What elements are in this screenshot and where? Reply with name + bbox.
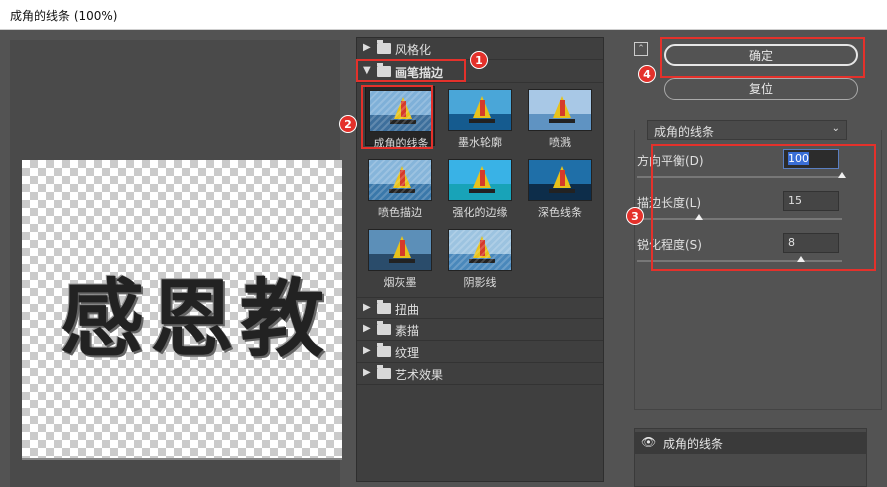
- filter-preview-image: [528, 159, 592, 201]
- filter-preview-image: [448, 89, 512, 131]
- category-label: 纹理: [395, 346, 420, 360]
- category-label: 风格化: [395, 43, 432, 57]
- annotation-box-2: [361, 85, 433, 149]
- eye-icon[interactable]: 👁: [641, 435, 656, 449]
- category-label: 素描: [395, 324, 420, 338]
- filter-thumb-dark-strokes[interactable]: 深色线条: [525, 156, 595, 219]
- annotation-badge-2: 2: [339, 115, 357, 133]
- filter-preview-image: [528, 89, 592, 131]
- filter-thumb-sprayed-strokes[interactable]: 喷色描边: [365, 156, 435, 219]
- filter-gallery-dialog: 成角的线条 (100%) 感恩教 ▶ 风格化 ▼ 画笔描边 成角的线条 墨水轮廓…: [0, 0, 887, 487]
- effect-layer-name: 成角的线条: [663, 437, 724, 451]
- annotation-box-1: [356, 59, 466, 82]
- annotation-box-4: [660, 37, 865, 78]
- annotation-box-3: [651, 144, 876, 271]
- preview-canvas[interactable]: 感恩教: [22, 160, 342, 460]
- annotation-badge-1: 1: [470, 51, 488, 69]
- filter-thumb-spatter[interactable]: 喷溅: [525, 86, 595, 149]
- filter-label: 深色线条: [538, 206, 582, 219]
- filter-label: 喷溅: [549, 136, 571, 149]
- category-label: 扭曲: [395, 303, 420, 317]
- filter-label: 喷色描边: [378, 206, 422, 219]
- folder-icon: [377, 343, 391, 357]
- category-sketch[interactable]: ▶ 素描: [357, 319, 603, 341]
- expand-arrow-icon: ▶: [363, 302, 371, 313]
- canvas-edge: [22, 458, 342, 460]
- expand-arrow-icon: ▶: [363, 323, 371, 334]
- chevron-down-icon: ⌄: [831, 123, 840, 134]
- reset-button[interactable]: 复位: [664, 78, 858, 100]
- expand-arrow-icon: ▶: [363, 345, 371, 356]
- window-title: 成角的线条 (100%): [10, 9, 118, 23]
- filter-preview-image: [448, 159, 512, 201]
- annotation-badge-4: 4: [638, 65, 656, 83]
- category-distort[interactable]: ▶ 扭曲: [357, 297, 603, 319]
- filter-label: 墨水轮廓: [458, 136, 502, 149]
- filter-label: 阴影线: [463, 276, 497, 289]
- folder-icon: [377, 365, 391, 379]
- annotation-badge-3: 3: [626, 207, 644, 225]
- filter-select[interactable]: 成角的线条 ⌄: [647, 120, 847, 140]
- preview-panel: 感恩教: [0, 30, 348, 487]
- category-artistic[interactable]: ▶ 艺术效果: [357, 363, 603, 385]
- filter-preview-image: [448, 229, 512, 271]
- filter-thumb-sumi-e[interactable]: 烟灰墨: [365, 226, 435, 289]
- filter-preview-image: [368, 159, 432, 201]
- category-texture[interactable]: ▶ 纹理: [357, 341, 603, 363]
- filter-label: 强化的边缘: [452, 206, 508, 219]
- effect-layers-panel: 👁 成角的线条: [634, 428, 867, 487]
- expand-arrow-icon: ▶: [363, 42, 371, 53]
- filter-thumb-ink-outlines[interactable]: 墨水轮廓: [445, 86, 515, 149]
- title-bar: 成角的线条 (100%): [0, 0, 887, 30]
- folder-icon: [377, 321, 391, 335]
- folder-icon: [377, 40, 391, 54]
- filter-thumb-crosshatch[interactable]: 阴影线: [445, 226, 515, 289]
- collapse-gallery-icon[interactable]: ⌃: [634, 42, 648, 56]
- filter-thumb-accented-edges[interactable]: 强化的边缘: [445, 156, 515, 219]
- expand-arrow-icon: ▶: [363, 367, 371, 378]
- effect-layer-row[interactable]: 👁 成角的线条: [635, 432, 866, 454]
- category-label: 艺术效果: [395, 368, 444, 382]
- preview-frame[interactable]: 感恩教: [10, 40, 342, 487]
- preview-text: 感恩教: [60, 270, 331, 368]
- filter-preview-image: [368, 229, 432, 271]
- folder-icon: [377, 300, 391, 314]
- filter-label: 烟灰墨: [383, 276, 417, 289]
- filter-select-value: 成角的线条: [654, 125, 715, 139]
